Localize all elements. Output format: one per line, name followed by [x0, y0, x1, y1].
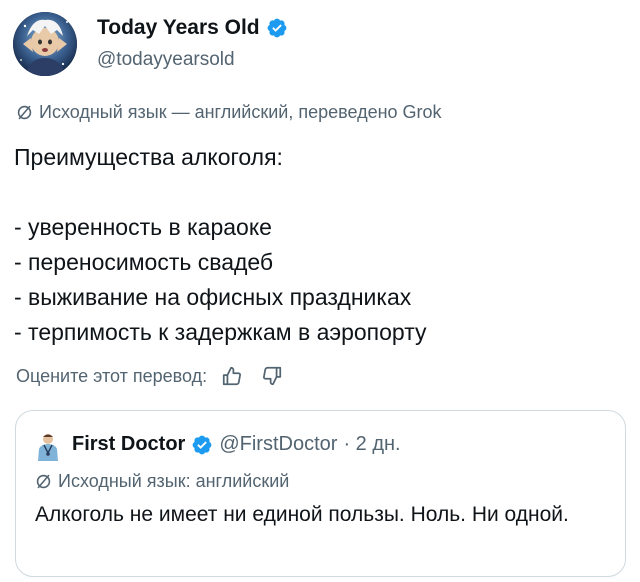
quoted-timestamp[interactable]: · 2 дн. [343, 433, 400, 456]
translate-slash-icon [35, 473, 52, 490]
tweet-line: Преимущества алкоголя: [14, 144, 283, 170]
tweet-line [14, 175, 427, 210]
translation-rating: Оцените этот перевод: [16, 363, 287, 389]
tweet: Today Years Old @todayyearsold Исходный … [0, 0, 640, 582]
thumbs-down-icon[interactable] [257, 363, 287, 389]
quoted-verified-badge-icon [191, 434, 213, 456]
quoted-author-name[interactable]: First Doctor [72, 433, 185, 456]
quoted-header: First Doctor @FirstDoctor · 2 дн. [72, 433, 401, 456]
translate-slash-icon [16, 104, 33, 121]
translation-note-text: Исходный язык — английский, переведено G… [39, 102, 442, 122]
thumbs-up-icon[interactable] [217, 363, 247, 389]
tweet-line: - выживание на офисных праздниках [14, 284, 412, 310]
author-name-text[interactable]: Today Years Old [97, 16, 260, 40]
translation-note: Исходный язык — английский, переведено G… [16, 102, 442, 123]
tweet-line: - переносимость свадеб [14, 249, 274, 275]
verified-badge-icon [266, 17, 288, 39]
tweet-line: - уверенность в караоке [14, 214, 272, 240]
quoted-tweet-text: Алкоголь не имеет ни единой пользы. Ноль… [35, 503, 569, 526]
author-avatar[interactable] [13, 12, 77, 76]
author-name[interactable]: Today Years Old [97, 16, 288, 40]
tweet-line: - терпимость к задержкам в аэропорту [14, 319, 427, 345]
quoted-translation-note: Исходный язык: английский [35, 471, 289, 492]
quoted-translation-note-text: Исходный язык: английский [58, 471, 290, 491]
tweet-text: Преимущества алкоголя: - уверенность в к… [14, 140, 427, 350]
quoted-author-handle[interactable]: @FirstDoctor [219, 433, 337, 456]
quoted-author-avatar[interactable] [35, 433, 61, 461]
rating-label: Оцените этот перевод: [16, 365, 208, 386]
quoted-tweet[interactable]: First Doctor @FirstDoctor · 2 дн. Исходн… [15, 410, 626, 577]
author-handle[interactable]: @todayyearsold [97, 49, 235, 71]
